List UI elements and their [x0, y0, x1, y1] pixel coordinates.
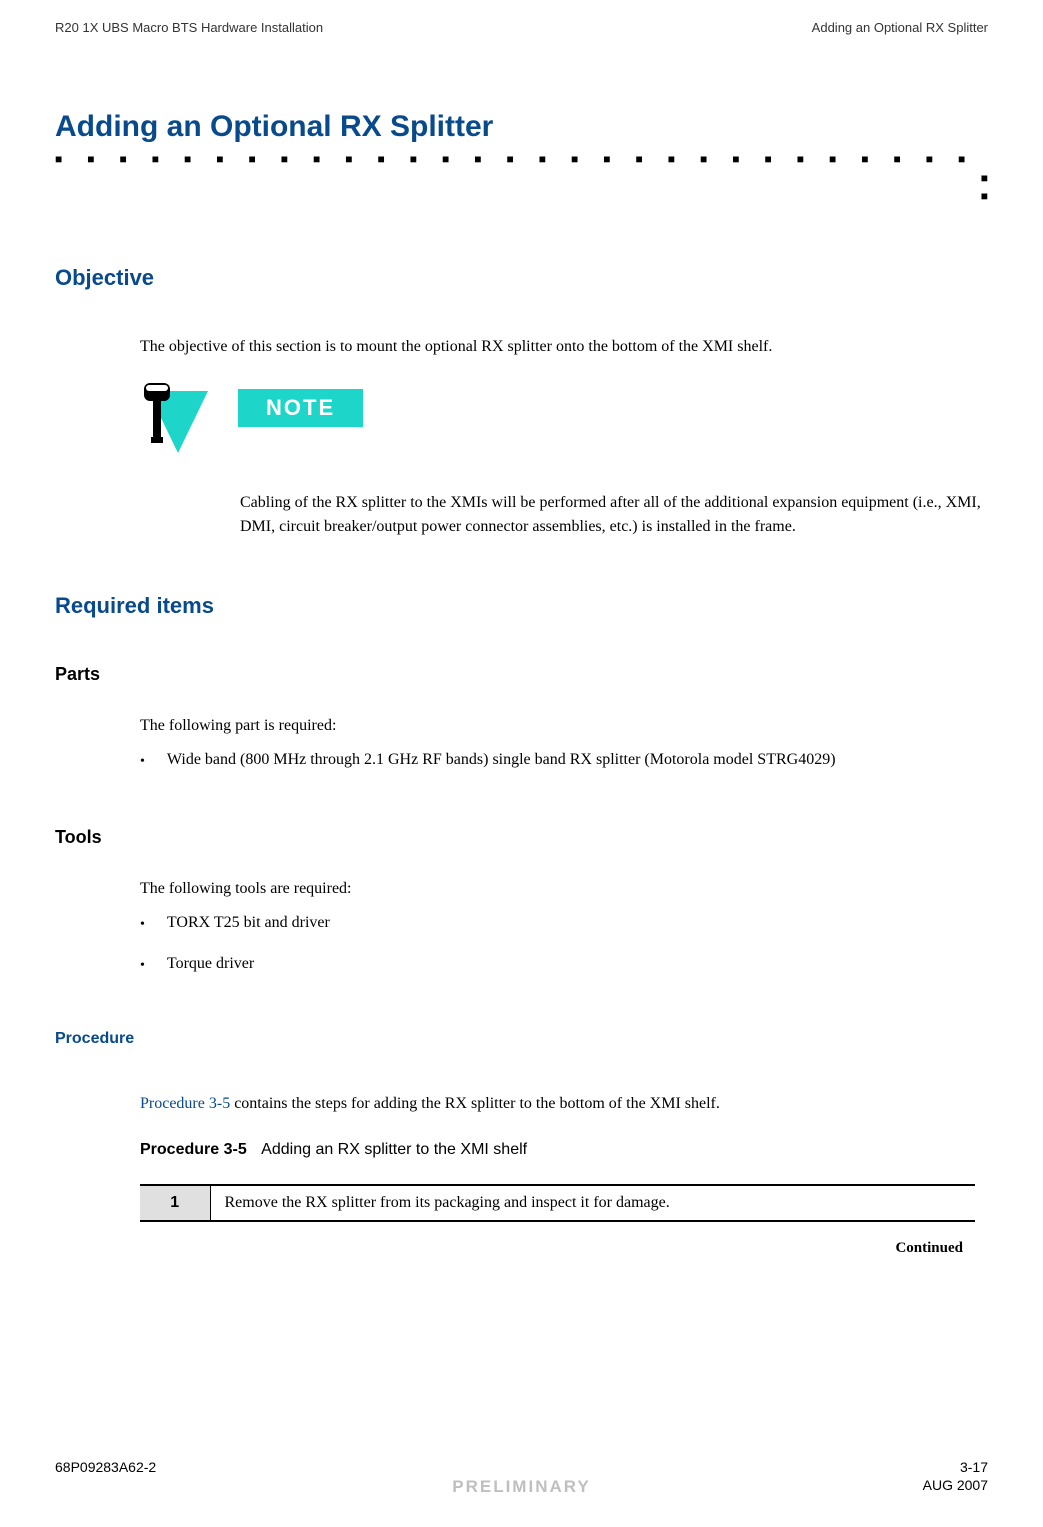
heading-parts: Parts — [55, 664, 988, 685]
footer: 68P09283A62-2 3-17 PRELIMINARY AUG 2007 — [55, 1459, 988, 1497]
trailing-dots: ■■ — [55, 169, 988, 205]
heading-tools: Tools — [55, 827, 988, 848]
table-row: 1 Remove the RX splitter from its packag… — [140, 1185, 975, 1221]
header-right: Adding an Optional RX Splitter — [812, 20, 988, 35]
note-icon — [140, 383, 210, 461]
page-title: Adding an Optional RX Splitter — [55, 110, 988, 144]
heading-required-items: Required items — [55, 593, 988, 619]
heading-procedure: Procedure — [55, 1030, 988, 1048]
header-left: R20 1X UBS Macro BTS Hardware Installati… — [55, 20, 323, 35]
page-number: 3-17 — [960, 1459, 988, 1475]
procedure-label: Procedure 3-5 — [140, 1141, 247, 1158]
procedure-caption-text: Adding an RX splitter to the XMI shelf — [261, 1141, 527, 1158]
heading-objective: Objective — [55, 265, 988, 291]
step-number: 1 — [140, 1185, 210, 1221]
procedure-link[interactable]: Procedure 3-5 — [140, 1095, 230, 1112]
procedure-intro: Procedure 3-5 contains the steps for add… — [140, 1093, 988, 1115]
doc-number: 68P09283A62-2 — [55, 1459, 156, 1475]
tools-list: • TORX T25 bit and driver • Torque drive… — [140, 912, 988, 975]
objective-text: The objective of this section is to moun… — [140, 336, 988, 358]
preliminary-watermark: PRELIMINARY — [175, 1477, 868, 1497]
tools-intro: The following tools are required: — [140, 878, 988, 900]
note-block: NOTE Cabling of the RX splitter to the X… — [140, 383, 988, 537]
parts-list: • Wide band (800 MHz through 2.1 GHz RF … — [140, 749, 988, 772]
list-item-text: TORX T25 bit and driver — [167, 912, 330, 935]
bullet-icon: • — [140, 912, 145, 935]
procedure-table: 1 Remove the RX splitter from its packag… — [140, 1184, 975, 1222]
procedure-caption: Procedure 3-5 Adding an RX splitter to t… — [140, 1141, 988, 1159]
footer-date: AUG 2007 — [868, 1477, 988, 1497]
list-item: • TORX T25 bit and driver — [140, 912, 988, 935]
list-item-text: Torque driver — [167, 953, 254, 976]
list-item-text: Wide band (800 MHz through 2.1 GHz RF ba… — [167, 749, 836, 772]
dot-leader: ■ ■ ■ ■ ■ ■ ■ ■ ■ ■ ■ ■ ■ ■ ■ ■ ■ ■ ■ ■ … — [55, 152, 988, 167]
continued-label: Continued — [55, 1240, 963, 1257]
step-text: Remove the RX splitter from its packagin… — [210, 1185, 975, 1221]
procedure-intro-rest: contains the steps for adding the RX spl… — [230, 1095, 720, 1112]
list-item: • Wide band (800 MHz through 2.1 GHz RF … — [140, 749, 988, 772]
running-header: R20 1X UBS Macro BTS Hardware Installati… — [55, 20, 988, 35]
parts-intro: The following part is required: — [140, 715, 988, 737]
bullet-icon: • — [140, 953, 145, 976]
list-item: • Torque driver — [140, 953, 988, 976]
bullet-icon: • — [140, 749, 145, 772]
note-text: Cabling of the RX splitter to the XMIs w… — [240, 491, 988, 537]
note-badge: NOTE — [238, 389, 363, 427]
